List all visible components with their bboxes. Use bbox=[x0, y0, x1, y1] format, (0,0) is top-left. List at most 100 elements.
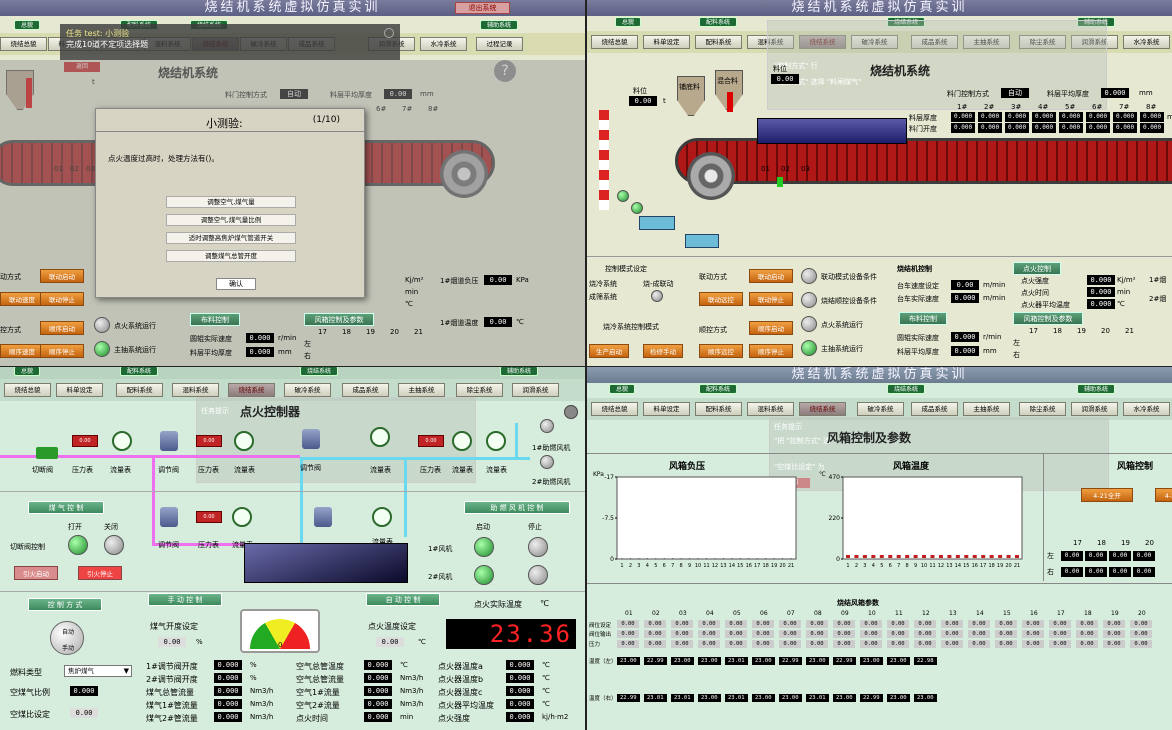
smoke1-label: 1#烟道负压 bbox=[440, 277, 479, 285]
air-set-value[interactable]: 0.00 bbox=[70, 708, 98, 718]
group-total-4[interactable]: 总貌 bbox=[609, 384, 636, 394]
stat-value: 0.000 bbox=[364, 673, 392, 683]
group-batching-2[interactable]: 配料系统 bbox=[699, 17, 738, 27]
link-stop-button[interactable]: 联动停止 bbox=[40, 292, 84, 306]
nav4-crush[interactable]: 破冷系统 bbox=[857, 402, 904, 416]
fire-start-button[interactable]: 引火启动 bbox=[14, 566, 58, 580]
nav2-batching[interactable]: 配料系统 bbox=[695, 35, 742, 49]
nav4-product[interactable]: 成品系统 bbox=[911, 402, 958, 416]
seq-fast-button[interactable]: 顺序速度 bbox=[0, 344, 44, 358]
nav3-batching[interactable]: 配料系统 bbox=[116, 383, 163, 397]
gas-open-value[interactable]: 0.00 bbox=[158, 637, 186, 647]
quiz-option-3[interactable]: 适时调整高焦炉煤气管道开关 bbox=[166, 232, 296, 244]
fan2-start-button[interactable] bbox=[474, 565, 494, 585]
fan1-start-button[interactable] bbox=[474, 537, 494, 557]
group-aux-3[interactable]: 辅助系统 bbox=[500, 367, 539, 376]
nav2-overview[interactable]: 烧结总貌 bbox=[591, 35, 638, 49]
group-sinter-3[interactable]: 烧结系统 bbox=[300, 367, 339, 376]
ignition-furnace bbox=[244, 543, 408, 583]
reg-valve-4[interactable] bbox=[314, 507, 332, 527]
fuel-type-select[interactable]: 焦炉煤气 ▼ bbox=[64, 665, 132, 677]
cutoff-close-button[interactable] bbox=[104, 535, 124, 555]
divider bbox=[96, 131, 364, 132]
link-start-button-2[interactable]: 联动启动 bbox=[749, 269, 793, 283]
nav4-lube[interactable]: 润滑系统 bbox=[1071, 402, 1118, 416]
nav3-crush[interactable]: 破冷系统 bbox=[284, 383, 331, 397]
quiz-confirm-button[interactable]: 确认 bbox=[216, 278, 256, 290]
reg-valve-2[interactable] bbox=[302, 429, 320, 449]
nav3-dust[interactable]: 除尘系统 bbox=[456, 383, 503, 397]
link-start-button[interactable]: 联动启动 bbox=[40, 269, 84, 283]
temp-right-cell: 23.01 bbox=[644, 694, 667, 702]
nav3-product[interactable]: 成品系统 bbox=[342, 383, 389, 397]
fan2-stop-button[interactable] bbox=[528, 565, 548, 585]
nav4-dust[interactable]: 除尘系统 bbox=[1019, 402, 1066, 416]
nav4-overview[interactable]: 烧结总貌 bbox=[591, 402, 638, 416]
nav2-water[interactable]: 水冷系统 bbox=[1123, 35, 1170, 49]
nav-water[interactable]: 水冷系统 bbox=[420, 37, 467, 51]
nav-record[interactable]: 过程记录 bbox=[476, 37, 523, 51]
group-total-2[interactable]: 总貌 bbox=[615, 17, 642, 27]
link-stop-button-2[interactable]: 联动停止 bbox=[749, 292, 793, 306]
close-icon[interactable] bbox=[384, 28, 394, 38]
nav-overview[interactable]: 烧结总貌 bbox=[0, 37, 47, 51]
prod-start-button[interactable]: 生产启动 bbox=[589, 344, 629, 358]
seq-start-button[interactable]: 顺序启动 bbox=[40, 321, 84, 335]
opt-screen[interactable]: 成筛系统 bbox=[589, 292, 617, 302]
x-tick-label: 2 bbox=[629, 563, 632, 569]
quiz-option-1[interactable]: 调整空气,煤气量 bbox=[166, 196, 296, 208]
maint-manual-button[interactable]: 检修手动 bbox=[643, 344, 683, 358]
group-batching-3[interactable]: 配料系统 bbox=[120, 367, 159, 376]
opt-sinter-cool[interactable]: 烧冷系统 bbox=[589, 279, 617, 289]
seq-remote-button-2[interactable]: 顺序远控 bbox=[699, 344, 743, 358]
nav2-recipe[interactable]: 料单设定 bbox=[643, 35, 690, 49]
quiz-option-4[interactable]: 调整煤气总管开度 bbox=[166, 250, 296, 262]
exit-button[interactable]: 退出系统 bbox=[455, 2, 510, 14]
nav3-mixing[interactable]: 混料系统 bbox=[172, 383, 219, 397]
x-tick-label: 10 bbox=[695, 563, 701, 569]
reg-valve-3[interactable] bbox=[160, 507, 178, 527]
quiz-option-2[interactable]: 调整空气,煤气量比例 bbox=[166, 214, 296, 226]
reg-valve-1[interactable] bbox=[160, 431, 178, 451]
open-all-button[interactable]: 4-21全开 bbox=[1081, 488, 1133, 502]
temp-bar bbox=[871, 555, 876, 558]
nav3-recipe[interactable]: 料单设定 bbox=[56, 383, 103, 397]
link-fast-button[interactable]: 联动速度 bbox=[0, 292, 44, 306]
link-remote-button-2[interactable]: 联动远控 bbox=[699, 292, 743, 306]
group-aux-4[interactable]: 辅助系统 bbox=[1077, 384, 1116, 394]
x-tick-label: 7 bbox=[897, 563, 900, 569]
opt-linked[interactable]: 烧-成联动 bbox=[643, 279, 674, 289]
group-total-3[interactable]: 总貌 bbox=[14, 367, 41, 376]
ignite-temp-set-value[interactable]: 0.00 bbox=[376, 637, 404, 647]
power-icon[interactable] bbox=[564, 405, 578, 419]
fire-stop-button[interactable]: 引火停止 bbox=[78, 566, 122, 580]
close-all-button[interactable]: 4-2 bbox=[1155, 488, 1172, 502]
seq-stop-button-2[interactable]: 顺序停止 bbox=[749, 344, 793, 358]
fan-ctrl-value: 0.00 bbox=[1061, 551, 1083, 561]
nav4-sinter[interactable]: 烧结系统 bbox=[799, 402, 846, 416]
nav3-lube[interactable]: 润滑系统 bbox=[512, 383, 559, 397]
group-total[interactable]: 总貌 bbox=[14, 20, 41, 30]
nav3-sinter[interactable]: 烧结系统 bbox=[228, 383, 275, 397]
nav4-mixing[interactable]: 混料系统 bbox=[747, 402, 794, 416]
fan1-stop-button[interactable] bbox=[528, 537, 548, 557]
cutoff-open-button[interactable] bbox=[68, 535, 88, 555]
seq-start-button-2[interactable]: 顺序启动 bbox=[749, 321, 793, 335]
cutoff-valve-icon[interactable] bbox=[36, 447, 58, 459]
nav3-overview[interactable]: 烧结总貌 bbox=[4, 383, 51, 397]
x-tick-label: 4 bbox=[646, 563, 649, 569]
group-aux[interactable]: 辅助系统 bbox=[480, 20, 519, 30]
opt-linked-radio[interactable] bbox=[651, 290, 663, 302]
group-sinter-4[interactable]: 烧结系统 bbox=[887, 384, 926, 394]
quiz-modal: 小测验: (1/10) 点火温度过高时，处理方法有()。 调整空气,煤气量 调整… bbox=[95, 108, 365, 298]
nav4-recipe[interactable]: 料单设定 bbox=[643, 402, 690, 416]
nav4-batching[interactable]: 配料系统 bbox=[695, 402, 742, 416]
seq-stop-button[interactable]: 顺序停止 bbox=[40, 344, 84, 358]
param-cell: 0.00 bbox=[1076, 640, 1098, 648]
stat-unit: ℃ bbox=[542, 674, 550, 682]
nav3-main[interactable]: 主抽系统 bbox=[398, 383, 445, 397]
nav4-main[interactable]: 主抽系统 bbox=[963, 402, 1010, 416]
nav4-water[interactable]: 水冷系统 bbox=[1123, 402, 1170, 416]
group-batching-4[interactable]: 配料系统 bbox=[699, 384, 738, 394]
temp-bar bbox=[879, 555, 884, 558]
